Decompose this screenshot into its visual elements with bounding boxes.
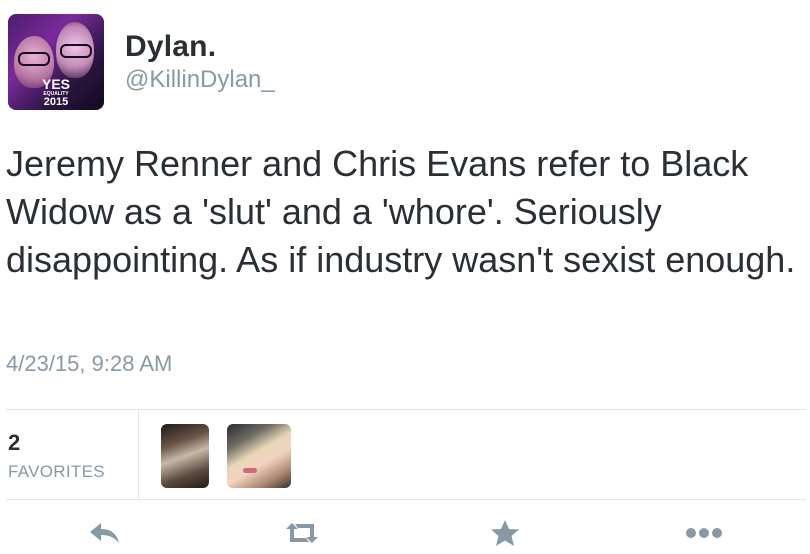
favorite-button[interactable] — [485, 518, 525, 548]
tweet-header: YES EQUALITY 2015 Dylan. @KillinDylan_ — [8, 14, 708, 110]
avatar-glasses-left — [18, 52, 50, 66]
reply-icon — [90, 523, 119, 543]
divider-bottom — [6, 499, 806, 500]
retweet-button[interactable] — [282, 518, 322, 548]
avatar-glasses-right — [60, 44, 92, 58]
favoriter-avatar[interactable] — [161, 424, 209, 488]
more-icon — [686, 528, 722, 538]
reply-button[interactable] — [85, 518, 125, 548]
divider-top — [6, 409, 806, 410]
stats-vertical-divider — [138, 410, 139, 499]
favoriter-avatar[interactable] — [227, 424, 291, 488]
avatar-yes-text: YES — [41, 76, 70, 92]
tweet-actions-bar — [0, 512, 810, 554]
tweet-timestamp[interactable]: 4/23/15, 9:28 AM — [6, 351, 172, 377]
avatar-year-text: 2015 — [43, 96, 69, 108]
favoriter-avatar-detail — [243, 468, 257, 473]
avatar-yes-badge: YES EQUALITY 2015 — [38, 76, 74, 108]
favorites-label[interactable]: FAVORITES — [8, 462, 105, 482]
display-name[interactable]: Dylan. — [125, 30, 216, 64]
retweet-icon — [286, 523, 318, 543]
tweet-text: Jeremy Renner and Chris Evans refer to B… — [6, 143, 796, 280]
star-icon — [491, 520, 519, 546]
more-button[interactable] — [684, 518, 724, 548]
user-avatar[interactable]: YES EQUALITY 2015 — [8, 14, 104, 110]
user-handle[interactable]: @KillinDylan_ — [125, 66, 275, 94]
favorites-count[interactable]: 2 — [8, 430, 20, 456]
